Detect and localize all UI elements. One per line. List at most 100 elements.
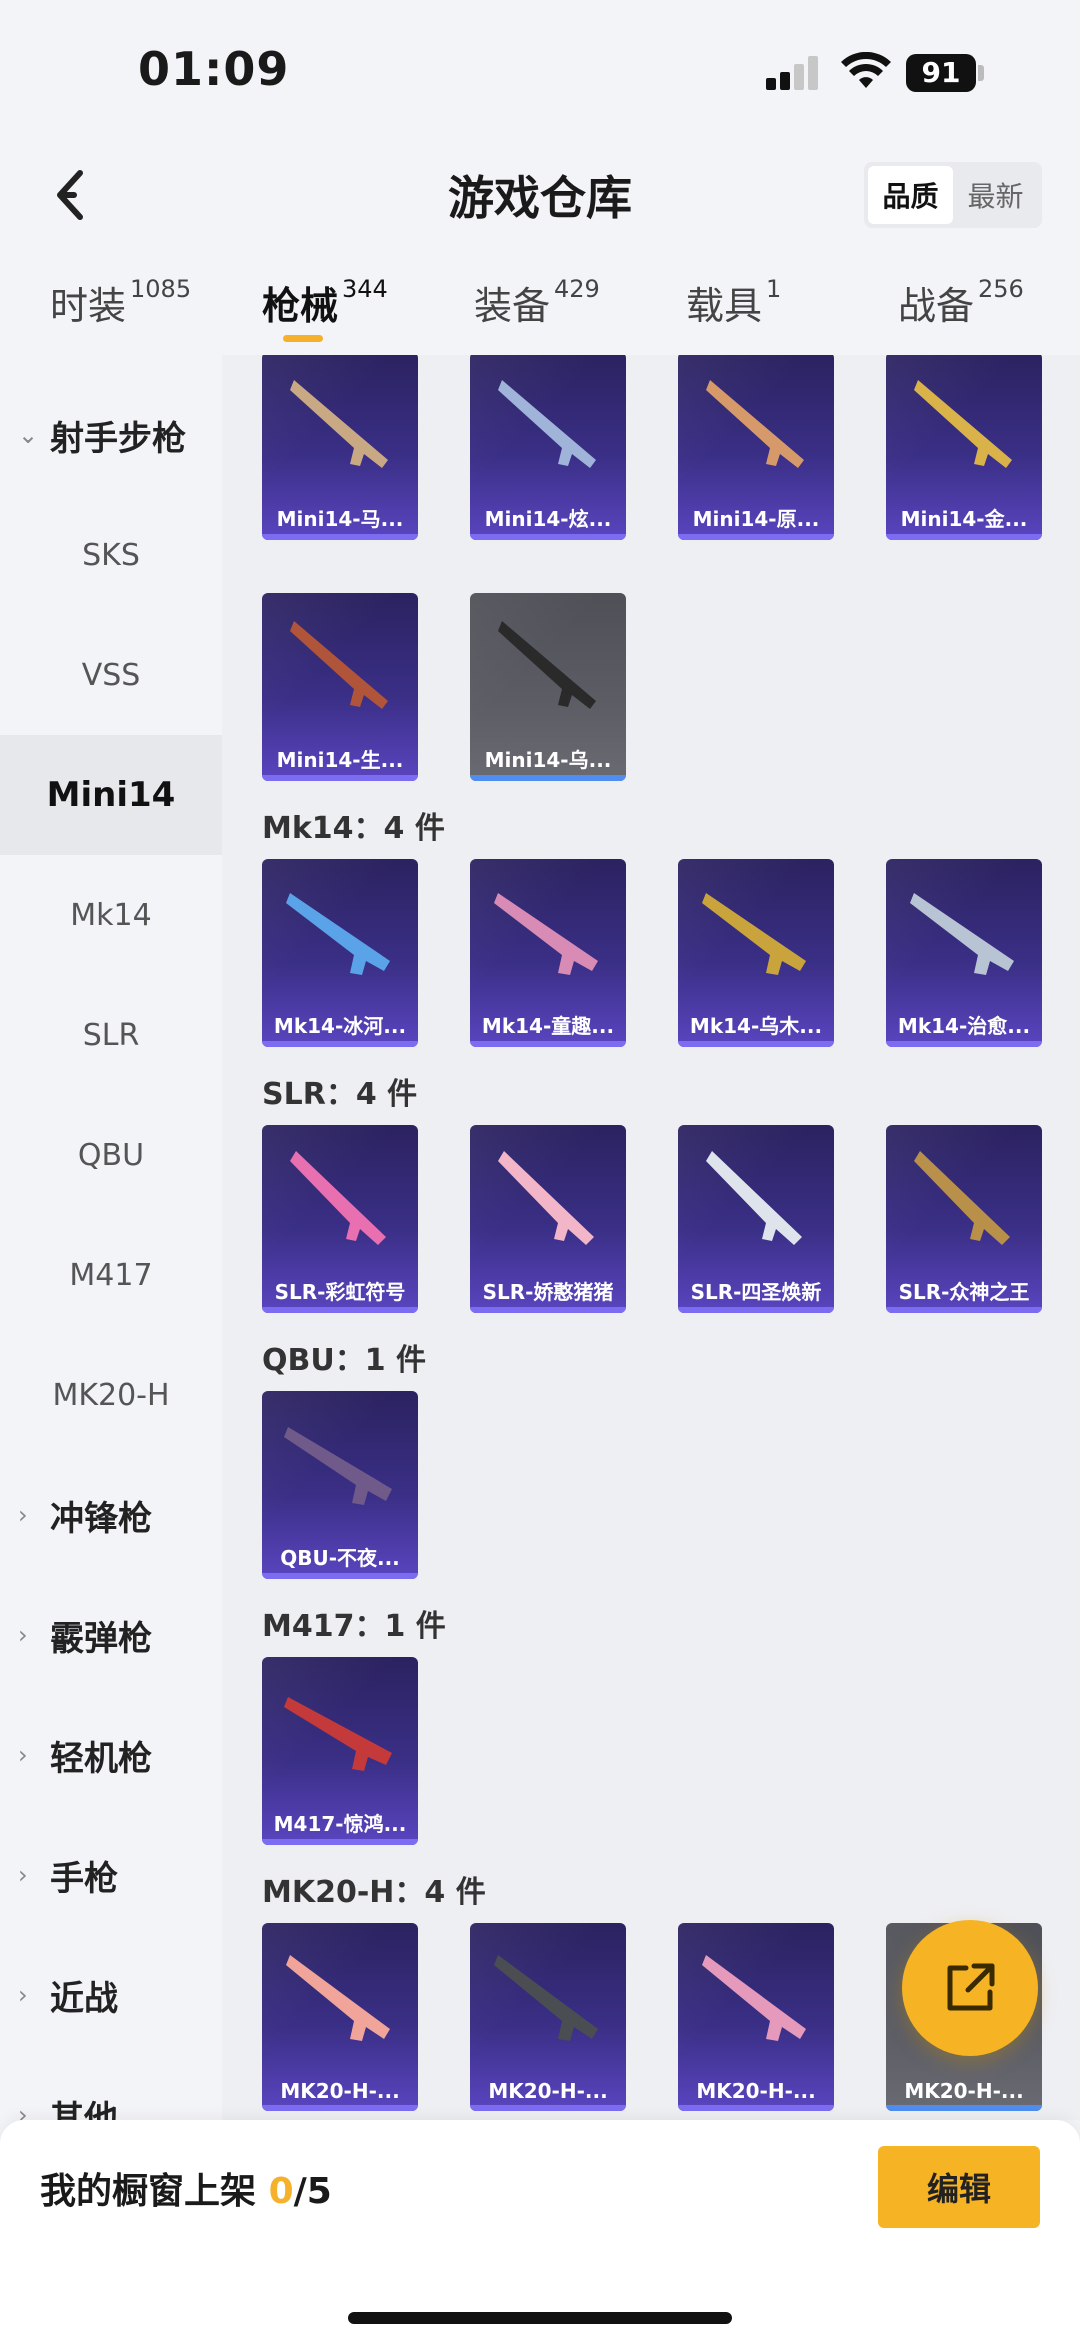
tab-label: 时装 bbox=[50, 284, 127, 328]
rifle-icon bbox=[702, 893, 806, 975]
tab-vehicles[interactable]: 载具 1 bbox=[686, 275, 781, 330]
sidebar-group-shotgun[interactable]: › 霰弹枪 bbox=[0, 1575, 222, 1695]
item-card[interactable]: SLR-娇憨猪猪 bbox=[470, 1125, 626, 1313]
tab-label: 枪械 bbox=[262, 284, 339, 328]
item-name: M417-惊鸿... bbox=[273, 1812, 407, 1836]
item-name: QBU-不夜... bbox=[280, 1546, 400, 1570]
item-card[interactable]: Mk14-治愈... bbox=[886, 859, 1042, 1047]
section-title-qbu: QBU：1 件 bbox=[262, 1343, 427, 1378]
item-card[interactable]: Mini14-炫... bbox=[470, 355, 626, 540]
item-name: Mini14-金... bbox=[900, 507, 1028, 531]
sidebar-item-m417[interactable]: M417 bbox=[0, 1215, 222, 1335]
item-name: SLR-彩虹符号 bbox=[274, 1280, 406, 1304]
tab-count: 256 bbox=[978, 275, 1024, 304]
sidebar-item-mk14[interactable]: Mk14 bbox=[0, 855, 222, 975]
sidebar-item-vss[interactable]: VSS bbox=[0, 615, 222, 735]
item-card[interactable]: QBU-不夜... bbox=[262, 1391, 418, 1579]
item-name: Mini14-原... bbox=[692, 507, 820, 531]
item-card[interactable]: Mini14-乌... bbox=[470, 593, 626, 781]
sidebar-group-label: 射手步枪 bbox=[50, 418, 186, 459]
status-time: 01:09 bbox=[138, 42, 290, 96]
chevron-right-icon: › bbox=[18, 1621, 28, 1649]
showcase-counter: 我的橱窗上架 0/5 bbox=[40, 2162, 332, 2214]
sidebar-group-other[interactable]: › 其他 bbox=[0, 2055, 222, 2121]
sidebar-item-mk20h[interactable]: MK20-H bbox=[0, 1335, 222, 1455]
item-card[interactable]: SLR-四圣焕新 bbox=[678, 1125, 834, 1313]
sidebar-item-qbu[interactable]: QBU bbox=[0, 1095, 222, 1215]
sidebar-group-marksman[interactable]: ⌄ 射手步枪 bbox=[0, 375, 222, 495]
sort-option-newest[interactable]: 最新 bbox=[953, 166, 1038, 224]
battery-icon: 91 bbox=[906, 54, 976, 92]
item-card[interactable]: MK20-H-... bbox=[678, 1923, 834, 2111]
sidebar-item-mini14[interactable]: Mini14 bbox=[0, 735, 222, 855]
rarity-bar bbox=[262, 534, 418, 540]
tab-count: 1085 bbox=[130, 275, 192, 304]
item-card[interactable]: MK20-H-... bbox=[470, 1923, 626, 2111]
rifle-icon bbox=[290, 621, 388, 709]
header: 游戏仓库 品质 最新 bbox=[0, 140, 1080, 250]
rarity-bar bbox=[470, 534, 626, 540]
item-card[interactable]: MK20-H-... bbox=[262, 1923, 418, 2111]
item-card[interactable]: Mk14-冰河... bbox=[262, 859, 418, 1047]
sidebar-item-slr[interactable]: SLR bbox=[0, 975, 222, 1095]
rifle-icon bbox=[910, 893, 1014, 975]
sidebar-group-melee[interactable]: › 近战 bbox=[0, 1935, 222, 2055]
item-card[interactable]: Mini14-原... bbox=[678, 355, 834, 540]
rifle-icon bbox=[286, 893, 390, 975]
section-title-mk14: Mk14：4 件 bbox=[262, 811, 445, 846]
item-card[interactable]: SLR-众神之王 bbox=[886, 1125, 1042, 1313]
item-card[interactable]: M417-惊鸿... bbox=[262, 1657, 418, 1845]
tab-count: 344 bbox=[342, 275, 388, 304]
rarity-bar bbox=[470, 1307, 626, 1313]
item-name: SLR-四圣焕新 bbox=[690, 1280, 822, 1304]
item-name: SLR-娇憨猪猪 bbox=[482, 1280, 614, 1304]
item-name: Mk14-乌木... bbox=[689, 1014, 823, 1038]
item-card[interactable]: Mk14-乌木... bbox=[678, 859, 834, 1047]
rarity-bar bbox=[886, 1307, 1042, 1313]
home-indicator[interactable] bbox=[348, 2312, 732, 2324]
item-card[interactable]: SLR-彩虹符号 bbox=[262, 1125, 418, 1313]
rarity-bar bbox=[470, 1041, 626, 1047]
sidebar-group-pistol[interactable]: › 手枪 bbox=[0, 1815, 222, 1935]
rarity-bar bbox=[886, 2105, 1042, 2111]
sort-option-quality[interactable]: 品质 bbox=[868, 166, 953, 224]
section-title-slr: SLR：4 件 bbox=[262, 1077, 418, 1112]
tab-equipment[interactable]: 装备 429 bbox=[474, 275, 600, 330]
rarity-bar bbox=[470, 775, 626, 781]
tab-count: 429 bbox=[554, 275, 600, 304]
external-link-icon bbox=[947, 1963, 995, 2011]
item-name: MK20-H-... bbox=[696, 2079, 816, 2103]
share-fab-button[interactable] bbox=[902, 1920, 1038, 2056]
rarity-bar bbox=[470, 2105, 626, 2111]
sidebar-group-label: 其他 bbox=[50, 2098, 118, 2121]
tab-label: 装备 bbox=[474, 284, 551, 328]
sidebar-group-smg[interactable]: › 冲锋枪 bbox=[0, 1455, 222, 1575]
cellular-signal-icon bbox=[766, 56, 822, 90]
chevron-right-icon: › bbox=[18, 1741, 28, 1769]
sidebar-group-label: 轻机枪 bbox=[50, 1738, 152, 1779]
rifle-icon bbox=[494, 893, 598, 975]
item-card[interactable]: Mini14-生... bbox=[262, 593, 418, 781]
category-tabs: 时装 1085 枪械 344 装备 429 载具 1 战备 256 bbox=[0, 255, 1080, 355]
item-name: Mini14-生... bbox=[276, 748, 404, 772]
rarity-bar bbox=[886, 534, 1042, 540]
sidebar-group-lmg[interactable]: › 轻机枪 bbox=[0, 1695, 222, 1815]
item-name: Mk14-童趣... bbox=[481, 1014, 615, 1038]
sort-toggle: 品质 最新 bbox=[864, 162, 1042, 228]
bottom-bar: 我的橱窗上架 0/5 编辑 bbox=[0, 2120, 1080, 2341]
sidebar-group-label: 近战 bbox=[50, 1978, 118, 2019]
item-card[interactable]: Mk14-童趣... bbox=[470, 859, 626, 1047]
showcase-current: 0 bbox=[268, 2171, 294, 2212]
sidebar-item-sks[interactable]: SKS bbox=[0, 495, 222, 615]
item-card[interactable]: Mini14-金... bbox=[886, 355, 1042, 540]
tab-fashion[interactable]: 时装 1085 bbox=[50, 275, 191, 330]
rifle-icon bbox=[706, 1151, 802, 1245]
chevron-right-icon: › bbox=[18, 1981, 28, 2009]
rarity-bar bbox=[678, 1041, 834, 1047]
item-card[interactable]: Mini14-马... bbox=[262, 355, 418, 540]
edit-button[interactable]: 编辑 bbox=[878, 2146, 1040, 2228]
tab-guns[interactable]: 枪械 344 bbox=[262, 275, 388, 330]
rarity-bar bbox=[678, 1307, 834, 1313]
tab-supplies[interactable]: 战备 256 bbox=[898, 275, 1024, 330]
item-name: Mk14-治愈... bbox=[897, 1014, 1031, 1038]
